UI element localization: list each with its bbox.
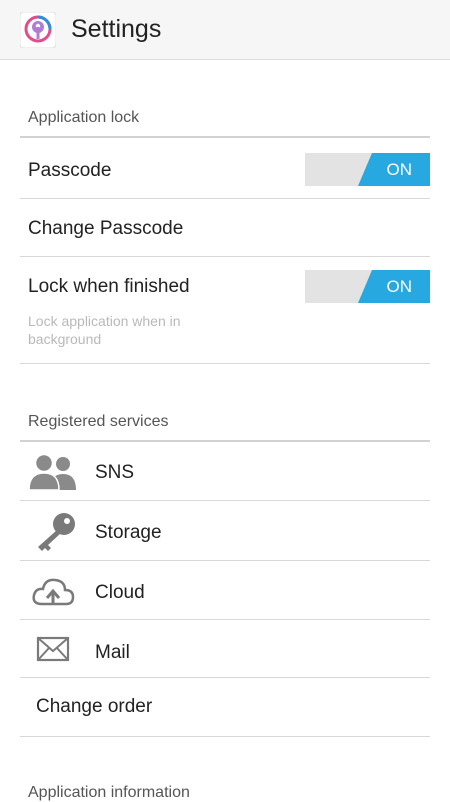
app-lock-icon [20, 12, 56, 48]
row-divider [20, 619, 430, 620]
cloud-upload-icon [32, 578, 75, 606]
change-passcode-item[interactable]: Change Passcode [28, 218, 183, 240]
row-divider [20, 198, 430, 199]
page-title: Settings [71, 15, 162, 43]
section-divider [20, 440, 430, 442]
key-icon [38, 513, 75, 551]
change-order-item[interactable]: Change order [36, 696, 152, 718]
passcode-toggle[interactable]: ON [305, 153, 430, 186]
lock-when-finished-toggle[interactable]: ON [305, 270, 430, 303]
service-label-sns: SNS [95, 462, 135, 483]
header-bar: Settings [0, 0, 450, 60]
row-divider [20, 736, 430, 737]
row-divider [20, 560, 430, 561]
mail-icon [36, 636, 70, 662]
row-divider [20, 256, 430, 257]
row-divider [20, 500, 430, 501]
section-divider [20, 136, 430, 138]
lock-when-finished-label: Lock when finished [28, 276, 190, 297]
users-icon [28, 453, 76, 491]
toggle-state-text: ON [386, 160, 413, 179]
service-label-cloud: Cloud [95, 582, 145, 603]
section-title-registered-services: Registered services [28, 413, 169, 430]
passcode-label: Passcode [28, 160, 112, 181]
lock-when-finished-description: Lock application when in background [28, 313, 181, 347]
toggle-state-text: ON [386, 277, 413, 296]
service-label-storage: Storage [95, 522, 162, 543]
section-title-application-information: Application information [28, 784, 190, 801]
row-divider [20, 363, 430, 364]
section-title-application-lock: Application lock [28, 109, 140, 126]
row-divider [20, 677, 430, 678]
service-label-mail: Mail [95, 642, 130, 663]
